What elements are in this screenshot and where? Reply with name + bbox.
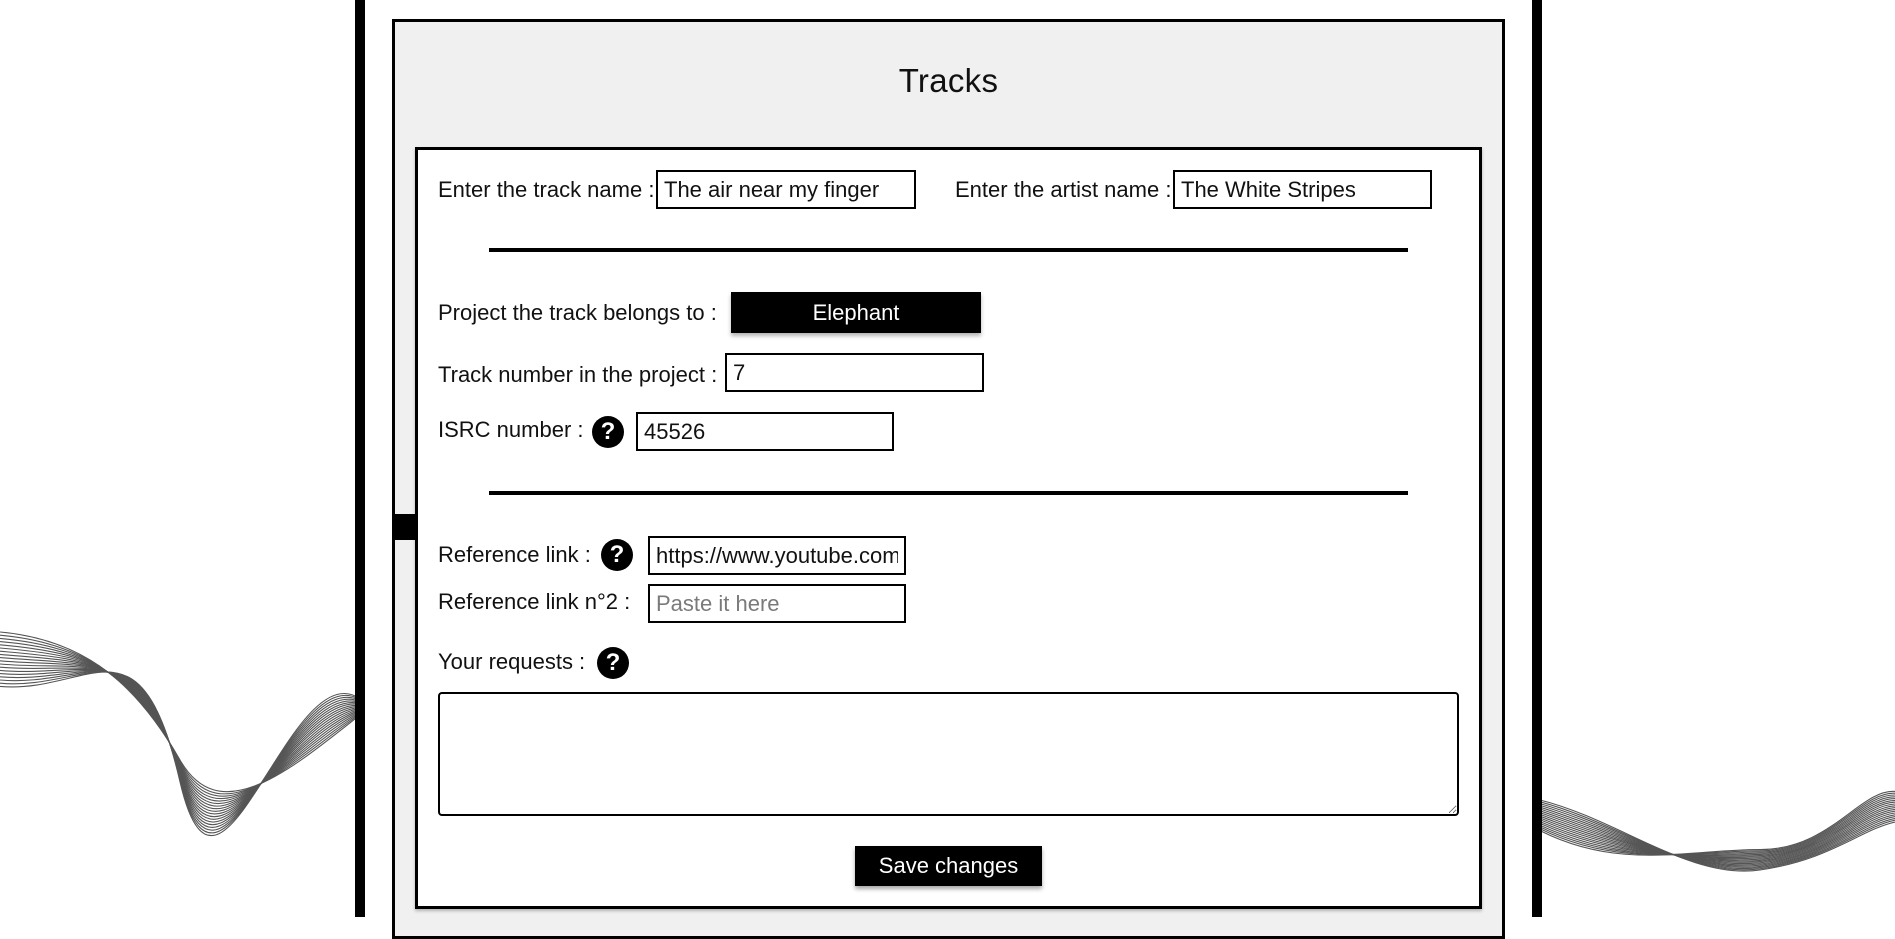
reference-link-input[interactable] [648, 536, 906, 575]
track-name-label: Enter the track name : [438, 177, 655, 202]
requests-textarea[interactable] [438, 692, 1459, 816]
save-changes-button[interactable]: Save changes [855, 846, 1042, 886]
page-title: Tracks [898, 62, 999, 99]
reference-link-label: Reference link : [438, 542, 591, 567]
requests-label: Your requests : [438, 649, 586, 674]
section-divider [489, 248, 1408, 252]
track-number-input[interactable] [725, 353, 984, 392]
wave-line [0, 660, 361, 815]
artist-name-label: Enter the artist name : [955, 177, 1172, 202]
reference-link-2-label: Reference link n°2 : [438, 589, 631, 614]
wave-line [0, 671, 361, 831]
reference-link-help-icon[interactable]: ? [601, 539, 633, 571]
artist-name-input[interactable] [1173, 170, 1432, 209]
project-select-button[interactable]: Elephant [731, 292, 981, 333]
section-divider-2 [489, 491, 1408, 495]
side-tab-handle[interactable] [395, 514, 417, 540]
project-label: Project the track belongs to : [438, 300, 717, 325]
track-number-label: Track number in the project : [438, 362, 718, 387]
track-name-input[interactable] [656, 170, 916, 209]
isrc-label: ISRC number : [438, 417, 584, 442]
requests-help-icon[interactable]: ? [597, 647, 629, 679]
isrc-input[interactable] [636, 412, 894, 451]
reference-link-2-input[interactable] [648, 584, 906, 623]
isrc-help-icon[interactable]: ? [592, 416, 624, 448]
